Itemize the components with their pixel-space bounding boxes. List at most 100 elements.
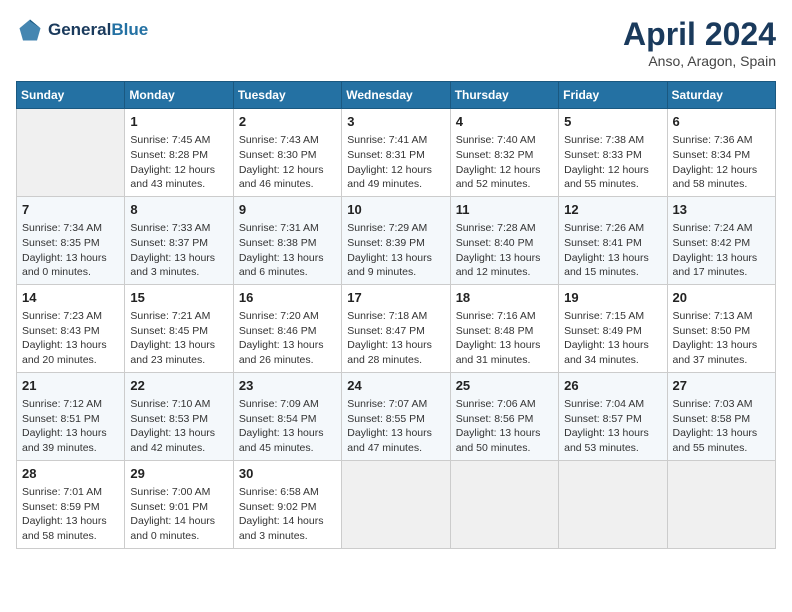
day-number: 13 <box>673 201 770 219</box>
day-number: 21 <box>22 377 119 395</box>
calendar-cell <box>17 109 125 197</box>
calendar-cell: 12 Sunrise: 7:26 AMSunset: 8:41 PMDayligh… <box>559 196 667 284</box>
calendar-cell: 24 Sunrise: 7:07 AMSunset: 8:55 PMDayligh… <box>342 372 450 460</box>
calendar-cell: 30 Sunrise: 6:58 AMSunset: 9:02 PMDayligh… <box>233 460 341 548</box>
calendar-cell <box>559 460 667 548</box>
day-info: Sunrise: 7:26 AMSunset: 8:41 PMDaylight:… <box>564 221 661 280</box>
day-number: 4 <box>456 113 553 131</box>
calendar-cell: 5 Sunrise: 7:38 AMSunset: 8:33 PMDaylight… <box>559 109 667 197</box>
day-info: Sunrise: 7:40 AMSunset: 8:32 PMDaylight:… <box>456 133 553 192</box>
day-info: Sunrise: 7:13 AMSunset: 8:50 PMDaylight:… <box>673 309 770 368</box>
calendar-cell: 20 Sunrise: 7:13 AMSunset: 8:50 PMDayligh… <box>667 284 775 372</box>
day-info: Sunrise: 7:36 AMSunset: 8:34 PMDaylight:… <box>673 133 770 192</box>
week-row-1: 1 Sunrise: 7:45 AMSunset: 8:28 PMDaylight… <box>17 109 776 197</box>
day-info: Sunrise: 7:21 AMSunset: 8:45 PMDaylight:… <box>130 309 227 368</box>
day-info: Sunrise: 7:07 AMSunset: 8:55 PMDaylight:… <box>347 397 444 456</box>
logo-text: GeneralBlue <box>48 20 148 40</box>
day-number: 28 <box>22 465 119 483</box>
day-number: 2 <box>239 113 336 131</box>
day-info: Sunrise: 7:31 AMSunset: 8:38 PMDaylight:… <box>239 221 336 280</box>
week-row-2: 7Sunrise: 7:34 AMSunset: 8:35 PMDaylight… <box>17 196 776 284</box>
day-info: Sunrise: 7:18 AMSunset: 8:47 PMDaylight:… <box>347 309 444 368</box>
col-header-monday: Monday <box>125 82 233 109</box>
day-number: 25 <box>456 377 553 395</box>
month-title: April 2024 <box>623 16 776 53</box>
day-number: 11 <box>456 201 553 219</box>
day-number: 29 <box>130 465 227 483</box>
calendar-cell <box>667 460 775 548</box>
week-row-5: 28 Sunrise: 7:01 AMSunset: 8:59 PMDayligh… <box>17 460 776 548</box>
title-block: April 2024 Anso, Aragon, Spain <box>623 16 776 69</box>
day-info: Sunrise: 7:41 AMSunset: 8:31 PMDaylight:… <box>347 133 444 192</box>
day-info: Sunrise: 7:04 AMSunset: 8:57 PMDaylight:… <box>564 397 661 456</box>
day-number: 3 <box>347 113 444 131</box>
day-info: Sunrise: 7:24 AMSunset: 8:42 PMDaylight:… <box>673 221 770 280</box>
calendar-cell: 22 Sunrise: 7:10 AMSunset: 8:53 PMDayligh… <box>125 372 233 460</box>
day-number: 30 <box>239 465 336 483</box>
week-row-3: 14 Sunrise: 7:23 AMSunset: 8:43 PMDayligh… <box>17 284 776 372</box>
calendar-cell: 6 Sunrise: 7:36 AMSunset: 8:34 PMDaylight… <box>667 109 775 197</box>
day-info: Sunrise: 7:29 AMSunset: 8:39 PMDaylight:… <box>347 221 444 280</box>
day-number: 23 <box>239 377 336 395</box>
day-info: Sunrise: 7:16 AMSunset: 8:48 PMDaylight:… <box>456 309 553 368</box>
day-number: 14 <box>22 289 119 307</box>
day-number: 9 <box>239 201 336 219</box>
calendar-cell: 14 Sunrise: 7:23 AMSunset: 8:43 PMDayligh… <box>17 284 125 372</box>
day-number: 26 <box>564 377 661 395</box>
day-info: Sunrise: 7:23 AMSunset: 8:43 PMDaylight:… <box>22 309 119 368</box>
calendar-cell: 29 Sunrise: 7:00 AMSunset: 9:01 PMDayligh… <box>125 460 233 548</box>
calendar-cell: 17 Sunrise: 7:18 AMSunset: 8:47 PMDayligh… <box>342 284 450 372</box>
col-header-wednesday: Wednesday <box>342 82 450 109</box>
day-number: 19 <box>564 289 661 307</box>
col-header-saturday: Saturday <box>667 82 775 109</box>
day-info: Sunrise: 7:38 AMSunset: 8:33 PMDaylight:… <box>564 133 661 192</box>
col-header-friday: Friday <box>559 82 667 109</box>
day-info: Sunrise: 7:12 AMSunset: 8:51 PMDaylight:… <box>22 397 119 456</box>
calendar-cell: 26 Sunrise: 7:04 AMSunset: 8:57 PMDayligh… <box>559 372 667 460</box>
day-number: 12 <box>564 201 661 219</box>
day-number: 24 <box>347 377 444 395</box>
calendar-cell: 2Sunrise: 7:43 AMSunset: 8:30 PMDaylight… <box>233 109 341 197</box>
calendar-cell <box>342 460 450 548</box>
calendar-cell: 21 Sunrise: 7:12 AMSunset: 8:51 PMDayligh… <box>17 372 125 460</box>
calendar-cell: 7Sunrise: 7:34 AMSunset: 8:35 PMDaylight… <box>17 196 125 284</box>
calendar-cell: 18 Sunrise: 7:16 AMSunset: 8:48 PMDayligh… <box>450 284 558 372</box>
day-info: Sunrise: 7:01 AMSunset: 8:59 PMDaylight:… <box>22 485 119 544</box>
day-info: Sunrise: 7:09 AMSunset: 8:54 PMDaylight:… <box>239 397 336 456</box>
day-info: Sunrise: 7:28 AMSunset: 8:40 PMDaylight:… <box>456 221 553 280</box>
day-info: Sunrise: 7:10 AMSunset: 8:53 PMDaylight:… <box>130 397 227 456</box>
day-info: Sunrise: 7:06 AMSunset: 8:56 PMDaylight:… <box>456 397 553 456</box>
day-number: 15 <box>130 289 227 307</box>
calendar-cell: 10 Sunrise: 7:29 AMSunset: 8:39 PMDayligh… <box>342 196 450 284</box>
week-row-4: 21 Sunrise: 7:12 AMSunset: 8:51 PMDayligh… <box>17 372 776 460</box>
day-number: 18 <box>456 289 553 307</box>
calendar-cell: 16 Sunrise: 7:20 AMSunset: 8:46 PMDayligh… <box>233 284 341 372</box>
day-info: Sunrise: 7:20 AMSunset: 8:46 PMDaylight:… <box>239 309 336 368</box>
day-number: 6 <box>673 113 770 131</box>
day-number: 10 <box>347 201 444 219</box>
day-number: 5 <box>564 113 661 131</box>
calendar-cell: 27 Sunrise: 7:03 AMSunset: 8:58 PMDayligh… <box>667 372 775 460</box>
header-row: SundayMondayTuesdayWednesdayThursdayFrid… <box>17 82 776 109</box>
day-number: 20 <box>673 289 770 307</box>
day-number: 16 <box>239 289 336 307</box>
col-header-thursday: Thursday <box>450 82 558 109</box>
day-info: Sunrise: 7:34 AMSunset: 8:35 PMDaylight:… <box>22 221 119 280</box>
day-info: Sunrise: 6:58 AMSunset: 9:02 PMDaylight:… <box>239 485 336 544</box>
day-number: 27 <box>673 377 770 395</box>
day-number: 22 <box>130 377 227 395</box>
day-number: 17 <box>347 289 444 307</box>
day-number: 1 <box>130 113 227 131</box>
calendar-cell: 19Sunrise: 7:15 AMSunset: 8:49 PMDayligh… <box>559 284 667 372</box>
calendar-cell: 9 Sunrise: 7:31 AMSunset: 8:38 PMDaylight… <box>233 196 341 284</box>
day-info: Sunrise: 7:33 AMSunset: 8:37 PMDaylight:… <box>130 221 227 280</box>
day-info: Sunrise: 7:03 AMSunset: 8:58 PMDaylight:… <box>673 397 770 456</box>
day-info: Sunrise: 7:45 AMSunset: 8:28 PMDaylight:… <box>130 133 227 192</box>
day-info: Sunrise: 7:00 AMSunset: 9:01 PMDaylight:… <box>130 485 227 544</box>
calendar-cell: 1 Sunrise: 7:45 AMSunset: 8:28 PMDaylight… <box>125 109 233 197</box>
calendar-cell: 13 Sunrise: 7:24 AMSunset: 8:42 PMDayligh… <box>667 196 775 284</box>
col-header-sunday: Sunday <box>17 82 125 109</box>
page-header: GeneralBlue April 2024 Anso, Aragon, Spa… <box>16 16 776 69</box>
calendar-cell: 11 Sunrise: 7:28 AMSunset: 8:40 PMDayligh… <box>450 196 558 284</box>
col-header-tuesday: Tuesday <box>233 82 341 109</box>
